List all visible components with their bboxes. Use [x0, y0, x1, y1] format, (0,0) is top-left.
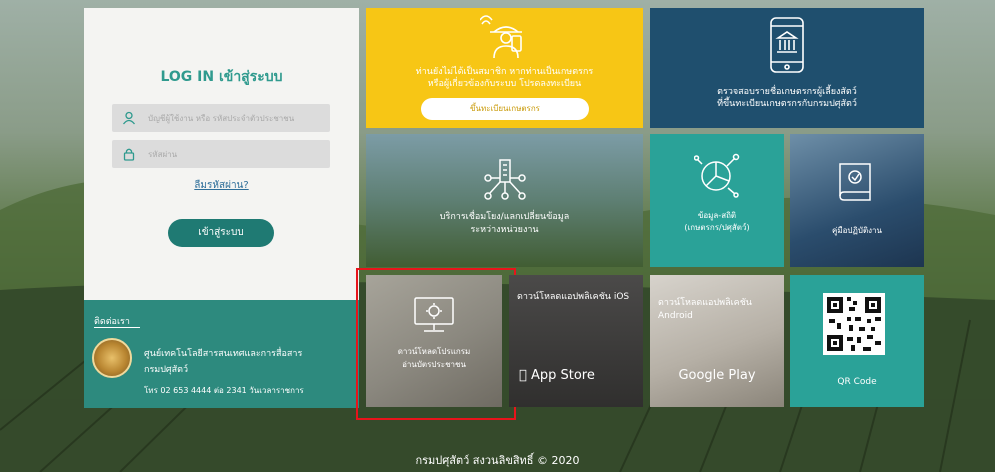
- manual-tile[interactable]: คู่มือปฏิบัติงาน: [790, 134, 924, 267]
- contact-organization: ศูนย์เทคโนโลยีสารสนเทศและการสื่อสาร กรมป…: [144, 346, 302, 378]
- contact-label: ติดต่อเรา: [94, 317, 130, 327]
- contact-org-line1: ศูนย์เทคโนโลยีสารสนเทศและการสื่อสาร: [144, 349, 303, 359]
- username-field[interactable]: [112, 104, 330, 132]
- contact-divider: [94, 327, 140, 328]
- check-line1: ตรวจสอบรายชื่อเกษตรกรผู้เลี้ยงสัตว์: [717, 87, 857, 97]
- ios-download-tile[interactable]: ดาวน์โหลดแอปพลิเคชัน iOS  App Store: [509, 275, 643, 407]
- mobile-bank-icon: [770, 17, 804, 73]
- google-play-label[interactable]: Google Play: [650, 368, 784, 383]
- check-farmer-description: ตรวจสอบรายชื่อเกษตรกรผู้เลี้ยงสัตว์ ที่ข…: [650, 86, 924, 110]
- services-line2: ระหว่างหน่วยงาน: [470, 225, 539, 235]
- login-panel: LOG IN เข้าสู่ระบบ ลืมรหัสผ่าน? เข้าสู่ร…: [84, 8, 359, 300]
- data-exchange-description: บริการเชื่อมโยง/แลกเปลี่ยนข้อมูล ระหว่าง…: [366, 211, 643, 237]
- login-button[interactable]: เข้าสู่ระบบ: [168, 219, 274, 247]
- book-icon: [839, 163, 871, 201]
- qr-code-label: QR Code: [837, 377, 877, 387]
- user-icon: [122, 111, 136, 125]
- register-farmer-button[interactable]: ขึ้นทะเบียนเกษตรกร: [421, 98, 589, 120]
- check-farmer-tile[interactable]: ตรวจสอบรายชื่อเกษตรกรผู้เลี้ยงสัตว์ ที่ข…: [650, 8, 924, 128]
- stats-line1: ข้อมูล-สถิติ: [697, 211, 737, 220]
- qr-code-image: [823, 293, 885, 355]
- department-seal-logo: [92, 338, 132, 378]
- android-download-tile[interactable]: ดาวน์โหลดแอปพลิเคชัน Android Google Play: [650, 275, 784, 407]
- stats-line2: (เกษตรกร/ปศุสัตว์): [684, 223, 750, 232]
- contact-phone: โทร 02 653 4444 ต่อ 2341 วันเวลาราชการ: [144, 386, 304, 395]
- services-line1: บริการเชื่อมโยง/แลกเปลี่ยนข้อมูล: [439, 212, 570, 222]
- android-download-label: ดาวน์โหลดแอปพลิเคชัน Android: [658, 298, 752, 321]
- login-title: LOG IN เข้าสู่ระบบ: [160, 69, 283, 85]
- username-input[interactable]: [148, 104, 324, 132]
- check-line2: ที่ขึ้นทะเบียนเกษตรกรกับกรมปศุสัตว์: [717, 99, 857, 109]
- farmer-phone-icon: [480, 15, 522, 59]
- register-line2: หรือผู้เกี่ยวข้องกับระบบ โปรดลงทะเบียน: [427, 79, 582, 89]
- app-store-label: App Store: [519, 368, 595, 383]
- network-building-icon: [484, 159, 526, 200]
- manual-label: คู่มือปฏิบัติงาน: [831, 226, 883, 235]
- register-line1: ท่านยังไม่ได้เป็นสมาชิก หากท่านเป็นเกษตร…: [415, 67, 594, 77]
- data-exchange-tile[interactable]: บริการเชื่อมโยง/แลกเปลี่ยนข้อมูล ระหว่าง…: [366, 134, 643, 267]
- apple-icon: : [519, 368, 527, 383]
- forgot-password-link[interactable]: ลืมรหัสผ่าน?: [84, 178, 359, 193]
- qr-code-tile[interactable]: QR Code: [790, 275, 924, 407]
- password-field[interactable]: [112, 140, 330, 168]
- contact-panel: ติดต่อเรา ศูนย์เทคโนโลยีสารสนเทศและการสื…: [84, 300, 359, 408]
- footer-copyright: กรมปศุสัตว์ สงวนลิขสิทธิ์ © 2020: [415, 454, 580, 467]
- statistics-description: ข้อมูล-สถิติ (เกษตรกร/ปศุสัตว์): [650, 210, 784, 234]
- lock-icon: [123, 148, 135, 161]
- statistics-tile[interactable]: ข้อมูล-สถิติ (เกษตรกร/ปศุสัตว์): [650, 134, 784, 267]
- register-description: ท่านยังไม่ได้เป็นสมาชิก หากท่านเป็นเกษตร…: [366, 66, 643, 90]
- password-input[interactable]: [148, 140, 324, 168]
- register-tile[interactable]: ท่านยังไม่ได้เป็นสมาชิก หากท่านเป็นเกษตร…: [366, 8, 643, 128]
- contact-org-line2: กรมปศุสัตว์: [144, 365, 189, 375]
- highlight-frame: [356, 268, 516, 420]
- app-store-badge[interactable]:  App Store: [519, 368, 595, 383]
- pie-chart-icon: [694, 153, 740, 198]
- ios-download-label: ดาวน์โหลดแอปพลิเคชัน iOS: [517, 292, 630, 302]
